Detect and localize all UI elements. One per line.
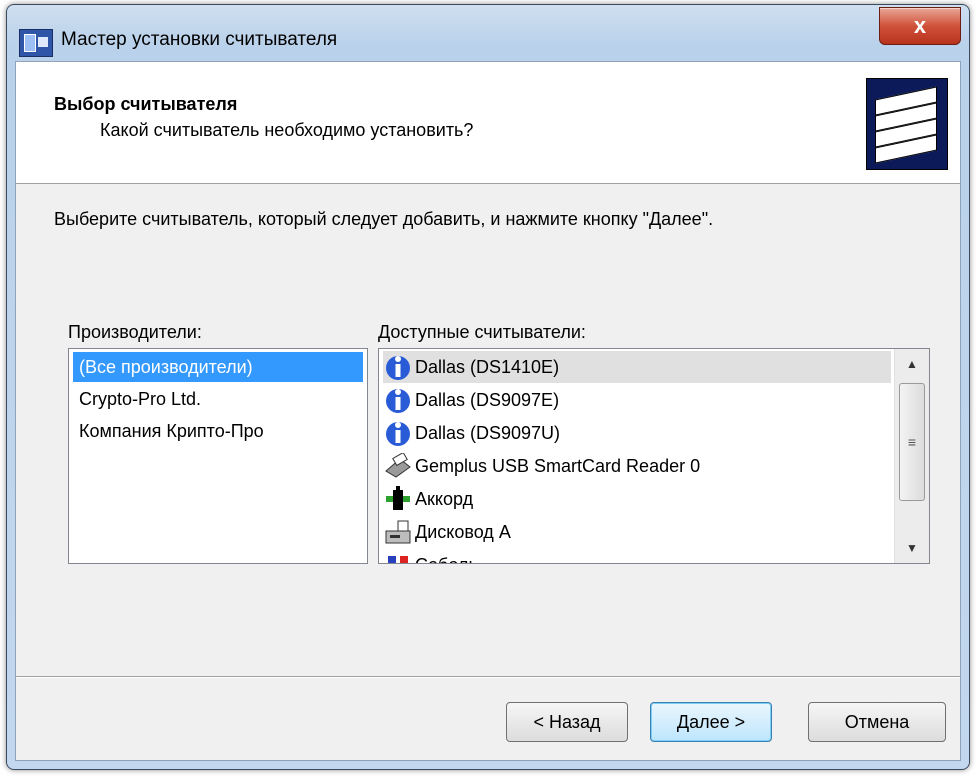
reader-item-label: Соболь xyxy=(415,555,478,564)
instruction-text: Выберите считыватель, который следует до… xyxy=(54,209,714,229)
cancel-button[interactable]: Отмена xyxy=(808,702,946,742)
dallas-key-icon xyxy=(383,353,413,381)
wizard-header: Выбор считывателя Какой считыватель необ… xyxy=(16,62,960,184)
reader-item-label: Аккорд xyxy=(415,488,474,509)
next-button[interactable]: Далее > xyxy=(650,702,772,742)
manufacturers-label: Производители: xyxy=(68,322,202,342)
readers-label: Доступные считыватели: xyxy=(378,322,586,342)
title-bar[interactable]: Мастер установки считывателя x xyxy=(7,5,969,61)
reader-item-ds1410e[interactable]: Dallas (DS1410E) xyxy=(383,351,891,383)
dallas-key-icon xyxy=(383,386,413,414)
manufacturer-item-kompaniya-kripto-pro[interactable]: Компания Крипто-Про xyxy=(73,416,363,446)
floppy-drive-icon xyxy=(383,518,413,546)
page-subtitle: Какой считыватель необходимо установить? xyxy=(100,120,474,140)
scroll-down-arrow-icon[interactable]: ▼ xyxy=(895,533,929,563)
reader-item-gemplus[interactable]: Gemplus USB SmartCard Reader 0 xyxy=(383,450,891,482)
wizard-body: Выбор считывателя Какой считыватель необ… xyxy=(15,61,961,761)
smartcard-reader-icon xyxy=(383,452,413,480)
reader-item-label: Dallas (DS1410E) xyxy=(415,356,560,377)
window-title: Мастер установки считывателя xyxy=(61,29,338,50)
close-button[interactable]: x xyxy=(879,7,961,45)
wizard-window: Мастер установки считывателя x Выбор счи… xyxy=(6,4,970,770)
reader-item-label: Dallas (DS9097E) xyxy=(415,389,560,410)
readers-scrollbar[interactable]: ▲ ≡ ▼ xyxy=(894,349,929,563)
readers-list[interactable]: Dallas (DS1410E) Dallas (DS9097E) Dallas… xyxy=(378,348,930,564)
back-button[interactable]: < Назад xyxy=(506,702,628,742)
dallas-key-icon xyxy=(383,419,413,447)
page-title: Выбор считывателя xyxy=(54,94,238,114)
reader-item-label: Dallas (DS9097U) xyxy=(415,422,561,443)
reader-item-floppy-a[interactable]: Дисковод А xyxy=(383,516,891,548)
manufacturer-item-crypto-pro-ltd[interactable]: Crypto-Pro Ltd. xyxy=(73,384,363,414)
sobol-icon xyxy=(383,551,413,563)
accord-icon xyxy=(383,485,413,513)
manufacturer-item-all[interactable]: (Все производители) xyxy=(73,352,363,382)
button-separator xyxy=(16,676,960,678)
scrollbar-thumb[interactable]: ≡ xyxy=(899,383,925,501)
scroll-up-arrow-icon[interactable]: ▲ xyxy=(895,349,929,379)
reader-item-sobol[interactable]: Соболь xyxy=(383,549,891,564)
reader-item-accord[interactable]: Аккорд xyxy=(383,483,891,515)
manufacturers-list[interactable]: (Все производители) Crypto-Pro Ltd. Комп… xyxy=(68,348,368,564)
reader-item-ds9097u[interactable]: Dallas (DS9097U) xyxy=(383,417,891,449)
reader-item-label: Дисковод А xyxy=(415,521,511,542)
reader-wizard-app-icon xyxy=(19,29,53,57)
reader-item-ds9097e[interactable]: Dallas (DS9097E) xyxy=(383,384,891,416)
reader-stack-icon xyxy=(866,78,948,170)
reader-item-label: Gemplus USB SmartCard Reader 0 xyxy=(415,455,701,476)
